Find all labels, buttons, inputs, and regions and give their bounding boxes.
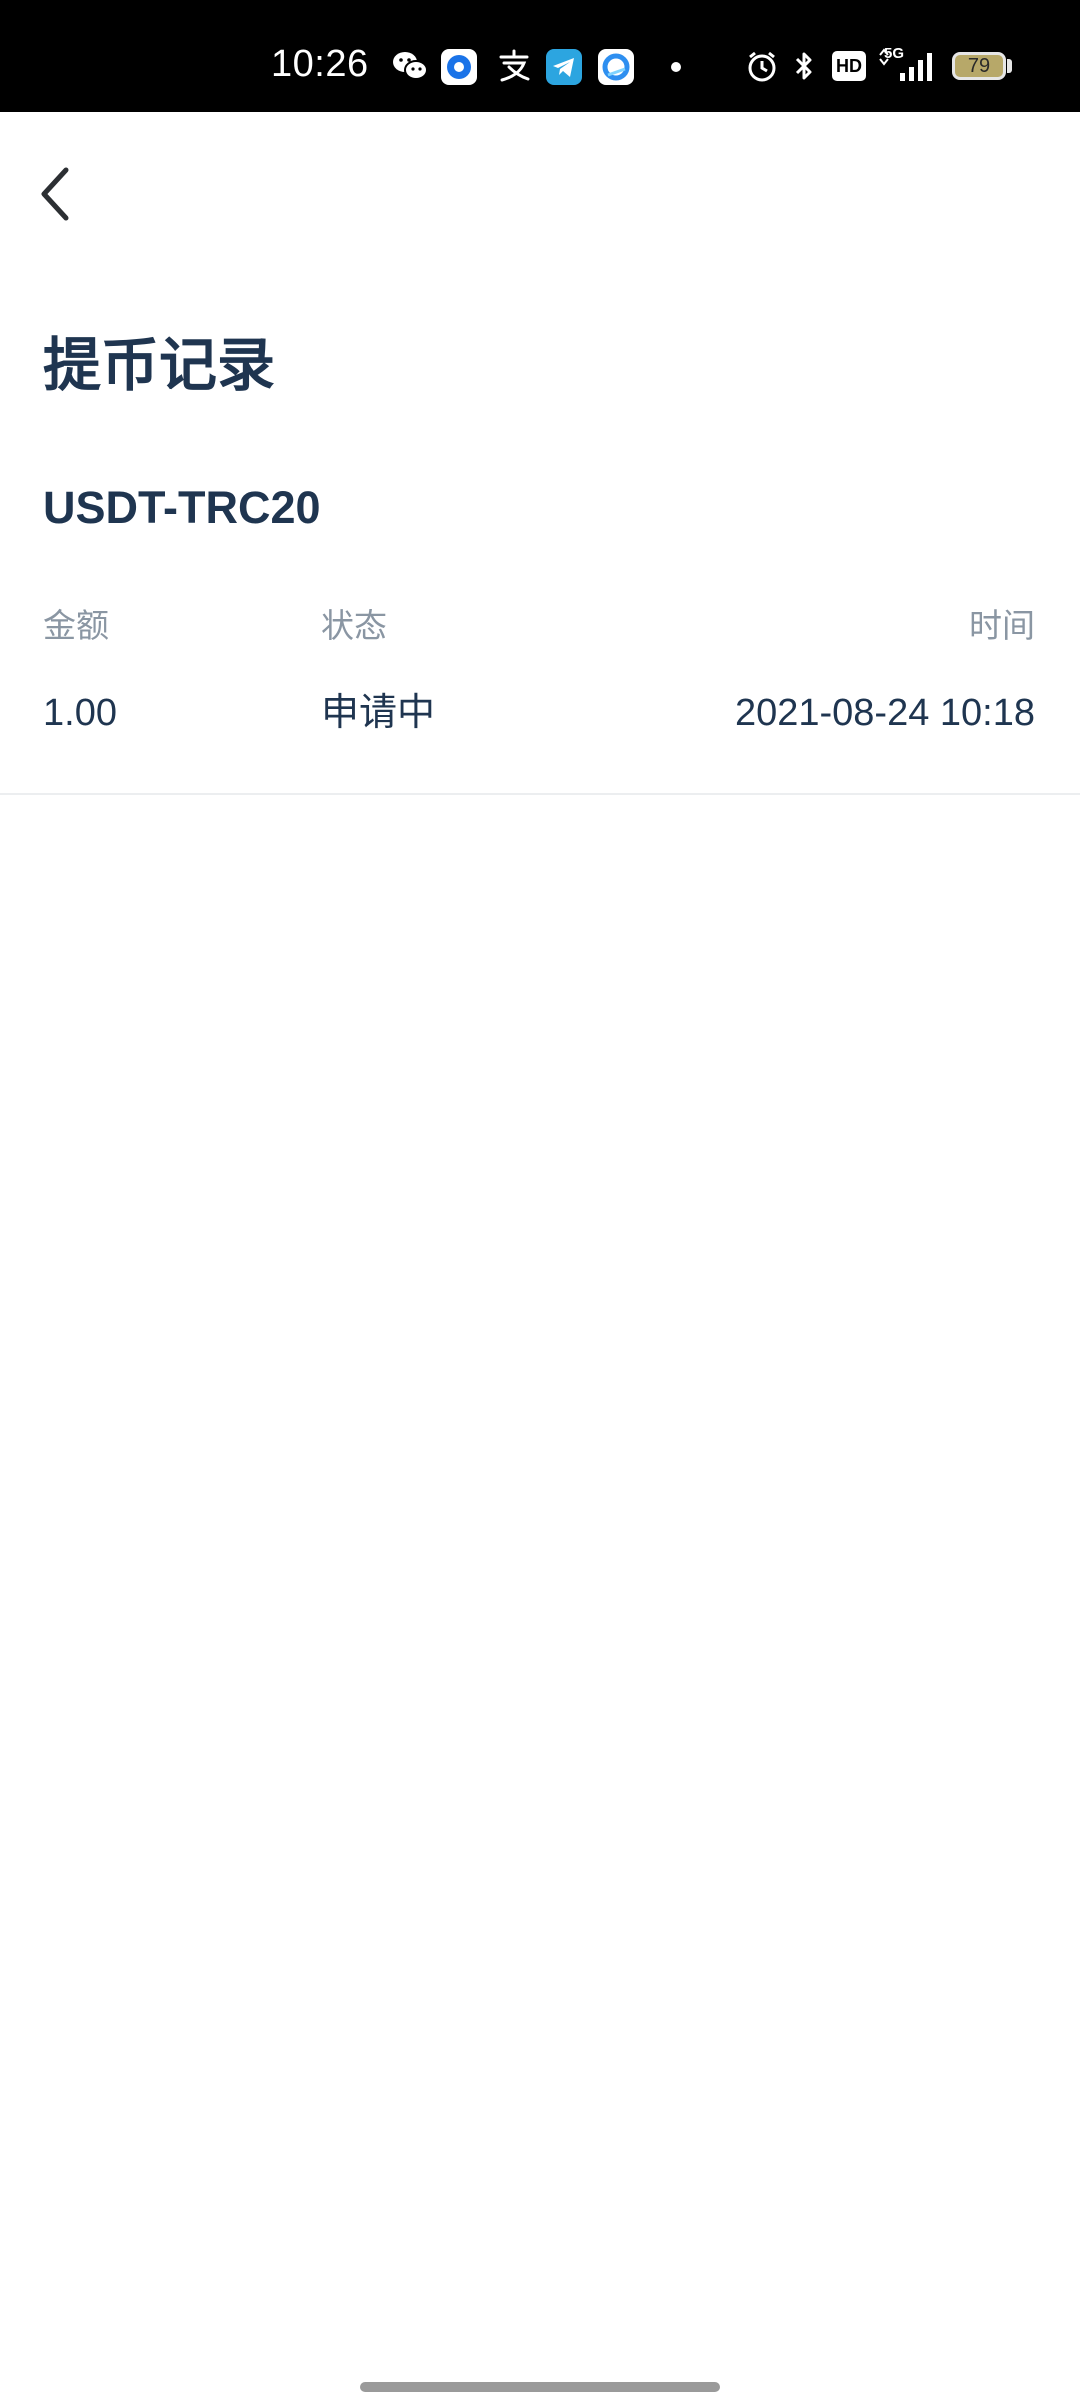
wechat-icon <box>393 52 428 80</box>
row-amount: 1.00 <box>43 692 117 734</box>
status-time: 10:26 <box>271 43 369 85</box>
column-header-time: 时间 <box>969 607 1035 644</box>
hd-icon: HD <box>832 51 866 81</box>
column-header-amount: 金额 <box>43 607 109 644</box>
row-divider <box>0 793 1080 795</box>
home-indicator[interactable] <box>360 2382 720 2392</box>
telegram-icon <box>546 49 582 85</box>
bluetooth-icon <box>795 52 812 80</box>
battery-tip <box>1007 59 1012 73</box>
back-button[interactable] <box>30 160 82 228</box>
app-circle-icon <box>441 49 477 85</box>
dot-icon <box>671 62 681 72</box>
alarm-icon <box>748 51 776 82</box>
app-qq-browser-icon <box>598 49 634 85</box>
battery-icon: 79 <box>952 52 1006 80</box>
page-title: 提币记录 <box>43 333 276 398</box>
chevron-left-icon <box>41 167 69 221</box>
row-time: 2021-08-24 10:18 <box>734 692 1035 734</box>
battery-level: 79 <box>967 55 991 77</box>
alipay-icon <box>499 49 530 82</box>
signal-5g-icon: 5G <box>878 45 938 85</box>
coin-name: USDT-TRC20 <box>43 482 321 533</box>
column-header-status: 状态 <box>321 607 387 644</box>
row-status: 申请中 <box>321 692 436 734</box>
status-bar: 10:26 HD 5G 79 <box>0 0 1080 112</box>
